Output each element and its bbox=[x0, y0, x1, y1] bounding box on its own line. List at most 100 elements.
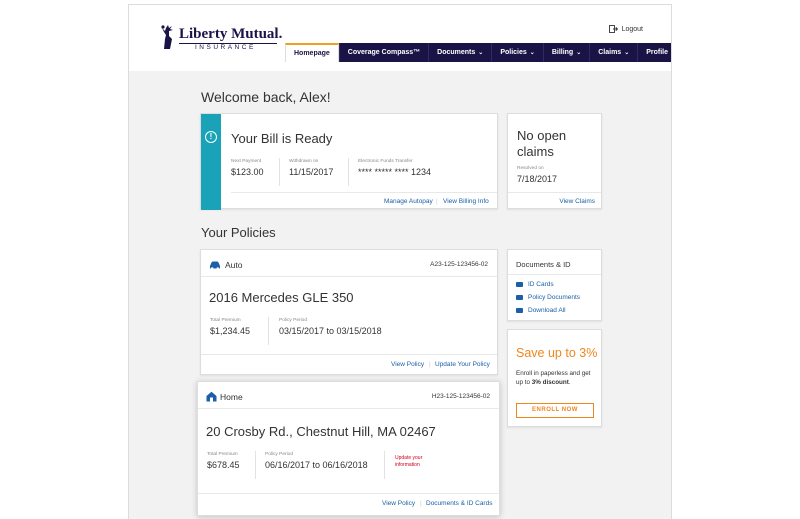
claims-card: No open claims Resolved on 7/18/2017 Vie… bbox=[507, 113, 602, 209]
house-icon bbox=[206, 391, 217, 402]
nav-homepage[interactable]: Homepage bbox=[285, 43, 339, 62]
auto-policy-number: A23-125-123456-02 bbox=[430, 261, 488, 268]
link-separator: | bbox=[436, 198, 438, 205]
nav-policies-label: Policies bbox=[500, 49, 527, 56]
bill-alert-band: ! bbox=[201, 114, 221, 210]
brand-name: Liberty Mutual. bbox=[179, 26, 283, 42]
liberty-mutual-logo[interactable]: Liberty Mutual. INSURANCE bbox=[157, 23, 282, 59]
divider bbox=[384, 451, 385, 479]
auto-policy-name: 2016 Mercedes GLE 350 bbox=[209, 290, 354, 305]
update-info-link[interactable]: Update your information bbox=[395, 455, 431, 469]
nav-documents-label: Documents bbox=[437, 49, 476, 56]
auto-policy-card: Auto A23-125-123456-02 2016 Mercedes GLE… bbox=[200, 249, 498, 375]
view-billing-info-link[interactable]: View Billing Info bbox=[443, 198, 489, 205]
document-icon bbox=[516, 295, 523, 300]
promo-title: Save up to 3% bbox=[516, 346, 598, 360]
withdrawn-label: Withdrawn on bbox=[289, 159, 319, 164]
resolved-field: Resolved on 7/18/2017 bbox=[517, 166, 557, 184]
auto-period-value: 03/15/2017 to 03/15/2018 bbox=[279, 326, 382, 336]
home-policy-card: Home H23-125-123456-02 20 Crosby Rd., Ch… bbox=[197, 381, 500, 516]
home-view-policy-link[interactable]: View Policy bbox=[382, 500, 415, 507]
app-frame: Liberty Mutual. INSURANCE Logout Homepag… bbox=[128, 4, 672, 519]
nav-claims[interactable]: Claims ⌄ bbox=[589, 43, 638, 62]
download-all-link[interactable]: Download All bbox=[516, 307, 566, 314]
eft-value: **** ***** **** 1234 bbox=[358, 167, 432, 177]
brand-subtitle: INSURANCE bbox=[195, 44, 256, 51]
main-nav: Homepage Coverage Compass™ Documents ⌄ Po… bbox=[285, 43, 672, 62]
nav-billing-label: Billing bbox=[551, 49, 574, 56]
nav-documents[interactable]: Documents ⌄ bbox=[428, 43, 492, 62]
home-premium-field: Total Premium $678.45 bbox=[207, 452, 240, 470]
next-payment-label: Next Payment bbox=[231, 159, 262, 164]
resolved-value: 7/18/2017 bbox=[517, 174, 558, 184]
bill-title: Your Bill is Ready bbox=[231, 131, 333, 146]
auto-premium-value: $1,234.45 bbox=[210, 326, 251, 336]
nav-homepage-label: Homepage bbox=[294, 50, 330, 57]
policies-heading: Your Policies bbox=[201, 225, 276, 240]
home-period-label: Policy Period bbox=[265, 452, 293, 457]
withdrawn-field: Withdrawn on 11/15/2017 bbox=[289, 159, 333, 177]
home-period-field: Policy Period 06/16/2017 to 06/16/2018 bbox=[265, 452, 368, 470]
divider bbox=[508, 192, 601, 193]
nav-billing[interactable]: Billing ⌄ bbox=[542, 43, 590, 62]
nav-coverage-compass[interactable]: Coverage Compass™ bbox=[338, 43, 429, 62]
download-all-label: Download All bbox=[528, 307, 566, 314]
bill-card: ! Your Bill is Ready Next Payment $123.0… bbox=[200, 113, 498, 210]
next-payment-value: $123.00 bbox=[231, 167, 264, 177]
site-header: Liberty Mutual. INSURANCE Logout Homepag… bbox=[129, 5, 671, 71]
documents-id-card: Documents & ID ID Cards Policy Documents… bbox=[507, 249, 602, 321]
info-icon: ! bbox=[205, 131, 217, 143]
link-separator: | bbox=[429, 361, 431, 368]
id-cards-label: ID Cards bbox=[528, 281, 554, 288]
divider bbox=[268, 317, 269, 345]
auto-policy-type: Auto bbox=[225, 260, 243, 270]
divider bbox=[198, 408, 499, 409]
auto-premium-label: Total Premium bbox=[210, 318, 241, 323]
id-card-icon bbox=[516, 282, 523, 287]
home-policy-number: H23-125-123456-02 bbox=[431, 393, 490, 400]
home-premium-value: $678.45 bbox=[207, 460, 240, 470]
paperless-promo-card: Save up to 3% Enroll in paperless and ge… bbox=[507, 329, 602, 427]
chevron-down-icon: ⌄ bbox=[478, 50, 484, 56]
auto-period-field: Policy Period 03/15/2017 to 03/15/2018 bbox=[279, 318, 382, 336]
chevron-down-icon: ⌄ bbox=[576, 50, 582, 56]
logout-link[interactable]: Logout bbox=[608, 25, 643, 33]
divider bbox=[198, 493, 499, 494]
divider bbox=[201, 354, 497, 355]
auto-update-policy-link[interactable]: Update Your Policy bbox=[435, 361, 490, 368]
manage-autopay-link[interactable]: Manage Autopay bbox=[384, 198, 433, 205]
home-policy-name: 20 Crosby Rd., Chestnut Hill, MA 02467 bbox=[206, 424, 436, 439]
divider bbox=[231, 192, 497, 193]
logout-label: Logout bbox=[621, 25, 643, 33]
enroll-now-button[interactable]: ENROLL NOW bbox=[516, 403, 594, 418]
home-documents-id-cards-link[interactable]: Documents & ID Cards bbox=[426, 500, 492, 507]
eft-label: Electronic Funds Transfer bbox=[358, 159, 413, 164]
nav-coverage-compass-label: Coverage Compass™ bbox=[347, 49, 421, 56]
welcome-heading: Welcome back, Alex! bbox=[201, 89, 331, 105]
auto-view-policy-link[interactable]: View Policy bbox=[391, 361, 424, 368]
divider bbox=[348, 158, 349, 186]
home-premium-label: Total Premium bbox=[207, 452, 238, 457]
nav-profile-label: Profile bbox=[646, 49, 669, 56]
download-icon bbox=[516, 308, 523, 313]
nav-policies[interactable]: Policies ⌄ bbox=[491, 43, 543, 62]
promo-text: Enroll in paperless and get up to 3% dis… bbox=[516, 369, 598, 387]
logout-icon bbox=[608, 25, 618, 33]
next-payment-field: Next Payment $123.00 bbox=[231, 159, 264, 177]
divider bbox=[201, 276, 497, 277]
eft-field: Electronic Funds Transfer **** ***** ***… bbox=[358, 159, 431, 177]
promo-text-suffix: . bbox=[568, 379, 571, 386]
car-icon bbox=[210, 261, 220, 270]
divider bbox=[255, 451, 256, 479]
view-claims-link[interactable]: View Claims bbox=[559, 198, 595, 205]
withdrawn-value: 11/15/2017 bbox=[289, 167, 334, 177]
policy-documents-link[interactable]: Policy Documents bbox=[516, 294, 580, 301]
id-cards-link[interactable]: ID Cards bbox=[516, 281, 554, 288]
link-separator: | bbox=[420, 500, 422, 507]
documents-id-title: Documents & ID bbox=[516, 260, 571, 269]
divider bbox=[508, 274, 601, 275]
nav-profile[interactable]: Profile⌄ bbox=[637, 43, 672, 62]
home-period-value: 06/16/2017 to 06/16/2018 bbox=[265, 460, 368, 470]
auto-premium-field: Total Premium $1,234.45 bbox=[210, 318, 250, 336]
chevron-down-icon: ⌄ bbox=[671, 49, 672, 56]
